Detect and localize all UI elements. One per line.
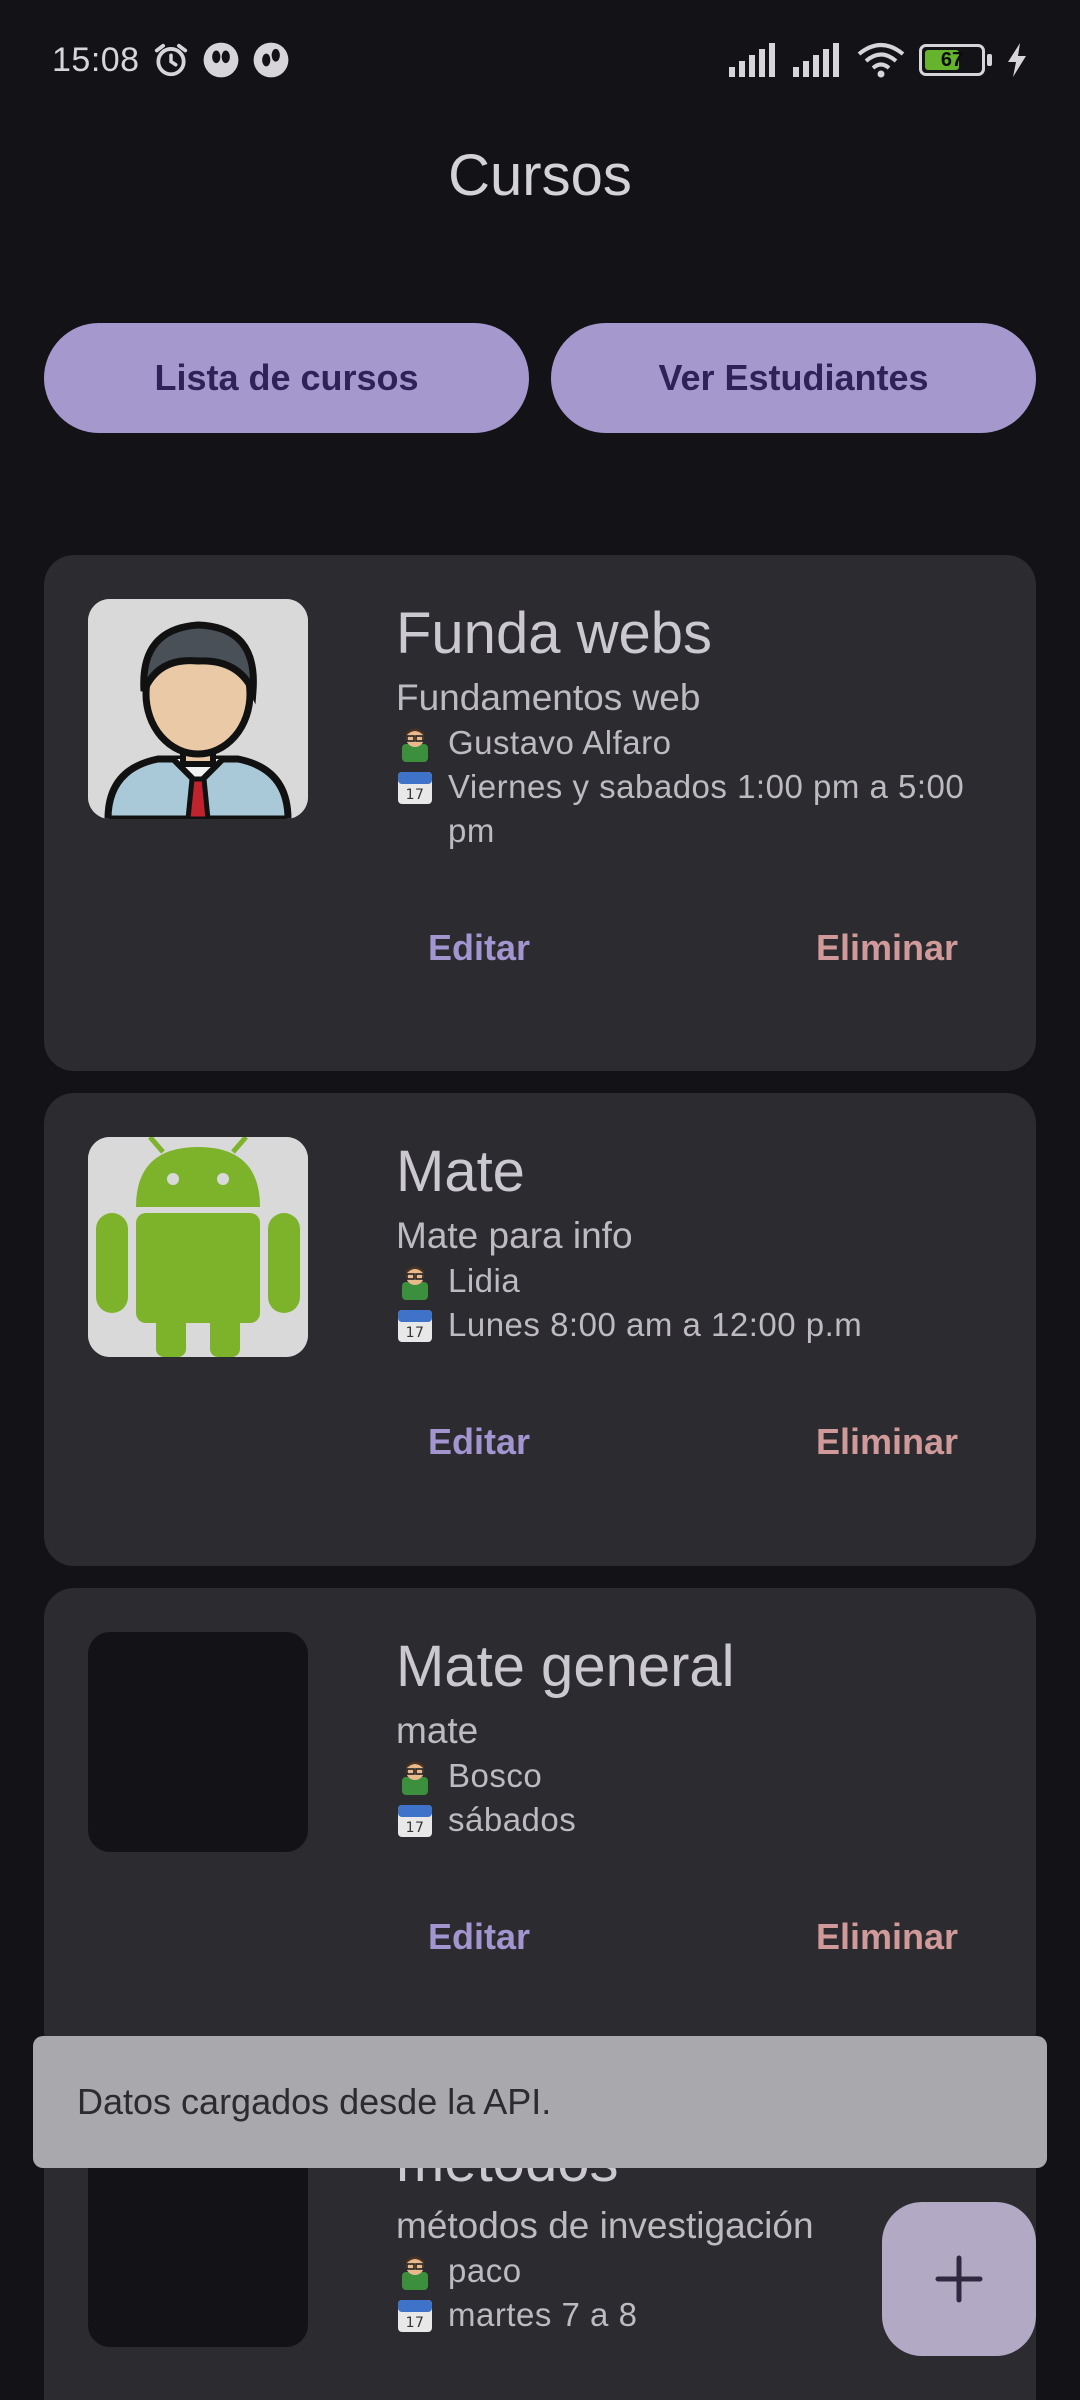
status-time: 15:08 [52,40,140,79]
charging-icon [1008,43,1026,77]
teacher-name: Gustavo Alfaro [448,724,672,761]
course-info: Mate general mate Bosco 17 sábados [396,1632,992,1842]
teacher-emoji-icon [402,1761,428,1795]
signal-icon-2 [793,43,839,77]
svg-text:17: 17 [406,1325,425,1341]
course-description: Mate para info [396,1215,633,1256]
course-schedule: 17 Viernes y sabados 1:00 pm a 5:00 pm [396,765,992,853]
teacher-emoji-icon [402,2256,428,2290]
course-description: Fundamentos web [396,677,701,718]
view-students-button[interactable]: Ver Estudiantes [551,323,1036,433]
course-teacher: Bosco [396,1754,992,1798]
teacher-name: Lidia [448,1262,521,1299]
course-info: Mate Mate para info Lidia 17 Lunes 8:00 … [396,1137,992,1347]
status-bar: 15:08 67 [0,0,1080,120]
page-title: Cursos [448,143,632,208]
calendar-emoji-icon: 17 [398,772,432,804]
course-name: Mate general [396,1634,735,1699]
app-notification-icon [203,42,239,78]
svg-text:17: 17 [406,1820,425,1836]
teacher-emoji-icon [402,728,428,762]
course-schedule: 17 Lunes 8:00 am a 12:00 p.m [396,1303,992,1347]
svg-text:17: 17 [406,787,425,803]
empty-thumbnail [88,1632,308,1852]
status-left: 15:08 [52,41,290,80]
course-schedule: 17 sábados [396,1798,992,1842]
card-actions: Editar Eliminar [88,1882,992,1992]
delete-button[interactable]: Eliminar [816,927,958,969]
teacher-name: Bosco [448,1757,543,1794]
edit-button[interactable]: Editar [428,1421,530,1463]
battery-indicator: 67 [919,44,985,76]
calendar-emoji-icon: 17 [398,1310,432,1342]
delete-button[interactable]: Eliminar [816,1916,958,1958]
card-actions: Editar Eliminar [88,1387,992,1497]
add-course-button[interactable] [882,2202,1036,2356]
course-list-button[interactable]: Lista de cursos [44,323,529,433]
edit-button[interactable]: Editar [428,927,530,969]
schedule-text: sábados [448,1801,577,1838]
snackbar: Datos cargados desde la API. [33,2036,1047,2168]
calendar-emoji-icon: 17 [398,2300,432,2332]
delete-button[interactable]: Eliminar [816,1421,958,1463]
course-description: mate [396,1710,479,1751]
course-card[interactable]: Funda webs Fundamentos web Gustavo Alfar… [44,555,1036,1071]
status-right: 67 [729,42,1028,78]
battery-cap [987,54,992,66]
calendar-emoji-icon: 17 [398,1805,432,1837]
schedule-text: Viernes y sabados 1:00 pm a 5:00 pm [448,768,965,849]
course-card[interactable]: Mate general mate Bosco 17 sábados Edita… [44,1588,1036,2061]
course-name: Mate [396,1139,525,1204]
teacher-name: paco [448,2252,522,2289]
edit-button[interactable]: Editar [428,1916,530,1958]
plus-icon [935,2255,983,2303]
top-buttons: Lista de cursos Ver Estudiantes [44,323,1036,433]
signal-icon [729,43,775,77]
teacher-emoji-icon [402,1266,428,1300]
card-actions: Editar Eliminar [88,893,992,1003]
snackbar-message: Datos cargados desde la API. [77,2081,552,2122]
battery-text: 67 [940,48,964,71]
android-icon [88,1137,308,1357]
course-card[interactable]: Mate Mate para info Lidia 17 Lunes 8:00 … [44,1093,1036,1566]
course-teacher: Gustavo Alfaro [396,721,992,765]
course-info: Funda webs Fundamentos web Gustavo Alfar… [396,599,992,853]
schedule-text: martes 7 a 8 [448,2296,638,2333]
course-teacher: Lidia [396,1259,992,1303]
wifi-icon [857,43,905,78]
schedule-text: Lunes 8:00 am a 12:00 p.m [448,1306,863,1343]
course-name: Funda webs [396,601,712,666]
alarm-icon [154,43,187,77]
teacher-avatar-icon [88,599,308,819]
app-notification-icon-2 [253,42,289,78]
svg-text:17: 17 [406,2315,425,2331]
